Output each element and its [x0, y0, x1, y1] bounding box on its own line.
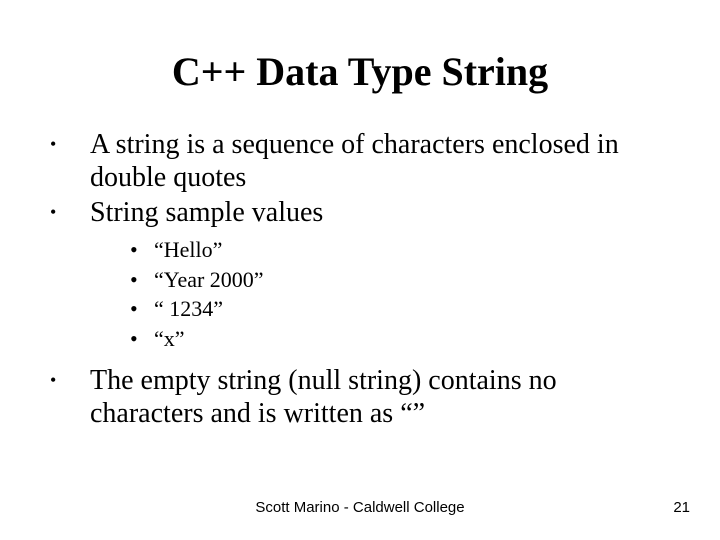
bullet-level2: • “Year 2000”	[130, 265, 670, 295]
bullet-level2: • “Hello”	[130, 235, 670, 265]
footer-author: Scott Marino - Caldwell College	[0, 499, 720, 516]
slide-footer: Scott Marino - Caldwell College 21	[0, 499, 720, 516]
slide-body: • A string is a sequence of characters e…	[50, 128, 670, 432]
bullet-icon: •	[130, 235, 154, 265]
bullet-icon: •	[130, 324, 154, 354]
bullet-text: The empty string (null string) contains …	[90, 364, 670, 430]
bullet-text: “Year 2000”	[154, 265, 670, 295]
bullet-icon: •	[50, 364, 90, 430]
bullet-icon: •	[50, 196, 90, 229]
bullet-text: “x”	[154, 324, 670, 354]
bullet-level1: • String sample values	[50, 196, 670, 229]
bullet-icon: •	[130, 265, 154, 295]
bullet-icon: •	[50, 128, 90, 194]
sub-bullet-group: • “Hello” • “Year 2000” • “ 1234” • “x”	[130, 235, 670, 354]
bullet-level2: • “ 1234”	[130, 294, 670, 324]
bullet-icon: •	[130, 294, 154, 324]
slide: C++ Data Type String • A string is a seq…	[0, 0, 720, 540]
bullet-level2: • “x”	[130, 324, 670, 354]
page-number: 21	[673, 499, 690, 516]
bullet-text: “Hello”	[154, 235, 670, 265]
bullet-text: String sample values	[90, 196, 670, 229]
bullet-level1: • A string is a sequence of characters e…	[50, 128, 670, 194]
slide-title: C++ Data Type String	[0, 48, 720, 95]
bullet-text: A string is a sequence of characters enc…	[90, 128, 670, 194]
bullet-text: “ 1234”	[154, 294, 670, 324]
bullet-level1: • The empty string (null string) contain…	[50, 364, 670, 430]
